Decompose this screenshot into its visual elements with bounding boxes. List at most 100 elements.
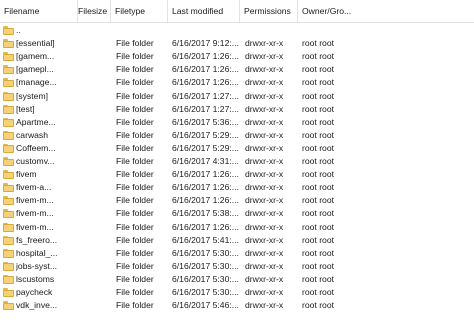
folder-icon	[3, 65, 14, 75]
file-row[interactable]: carwash File folder 6/16/2017 5:29:... drwx…	[0, 129, 474, 142]
file-owner-group: root root	[302, 234, 335, 245]
folder-icon	[3, 248, 14, 258]
folder-icon	[3, 222, 14, 232]
file-last-modified: 6/16/2017 1:26:...	[172, 51, 239, 62]
file-permissions: drwxr-xr-x	[245, 260, 284, 271]
column-header-filetype[interactable]: Filetype	[111, 0, 168, 23]
file-row[interactable]: fivem-m... File folder 6/16/2017 1:26:... d…	[0, 221, 474, 234]
column-header-owner-group-label: Owner/Gro...	[302, 6, 352, 16]
file-last-modified: 6/16/2017 1:26:...	[172, 169, 239, 180]
folder-icon	[3, 39, 14, 49]
file-owner-group: root root	[302, 38, 335, 49]
file-row[interactable]: Coffeem... File folder 6/16/2017 5:29:... d…	[0, 142, 474, 155]
file-type: File folder	[116, 247, 154, 258]
file-type: File folder	[116, 77, 154, 88]
file-name: [gamepl...	[16, 64, 54, 75]
file-owner-group: root root	[302, 103, 335, 114]
file-last-modified: 6/16/2017 5:46:...	[172, 300, 239, 311]
folder-icon	[3, 196, 14, 206]
file-owner-group: root root	[302, 182, 335, 193]
file-owner-group: root root	[302, 195, 335, 206]
file-row[interactable]: ..	[0, 24, 474, 37]
file-row[interactable]: [manage... File folder 6/16/2017 1:26:... d…	[0, 76, 474, 89]
folder-icon	[3, 143, 14, 153]
column-header-filetype-label: Filetype	[115, 6, 146, 16]
file-name: fivem-m...	[16, 221, 54, 232]
file-row[interactable]: [gamem... File folder 6/16/2017 1:26:... dr…	[0, 50, 474, 63]
file-permissions: drwxr-xr-x	[245, 208, 284, 219]
file-row[interactable]: fivem-m... File folder 6/16/2017 1:26:... d…	[0, 194, 474, 207]
file-last-modified: 6/16/2017 5:30:...	[172, 260, 239, 271]
file-last-modified: 6/16/2017 5:30:...	[172, 247, 239, 258]
file-row[interactable]: [essential] File folder 6/16/2017 9:12:...…	[0, 37, 474, 50]
file-last-modified: 6/16/2017 5:29:...	[172, 142, 239, 153]
file-last-modified: 6/16/2017 1:26:...	[172, 77, 239, 88]
file-row[interactable]: lscustoms File folder 6/16/2017 5:30:... dr…	[0, 273, 474, 286]
file-row[interactable]: [test] File folder 6/16/2017 1:27:... drwxr…	[0, 103, 474, 116]
file-name: fivem-m...	[16, 195, 54, 206]
column-header-owner-group[interactable]: Owner/Gro...	[298, 0, 356, 23]
file-row[interactable]: fs_freero... File folder 6/16/2017 5:41:..…	[0, 234, 474, 247]
file-owner-group: root root	[302, 260, 335, 271]
file-last-modified: 6/16/2017 1:26:...	[172, 182, 239, 193]
folder-icon	[3, 274, 14, 284]
folder-icon	[3, 235, 14, 245]
file-name: paycheck	[16, 287, 53, 297]
file-type: File folder	[116, 208, 154, 219]
file-row[interactable]: [system] File folder 6/16/2017 1:27:... drw…	[0, 90, 474, 103]
file-name: [manage...	[16, 77, 57, 88]
file-type: File folder	[116, 90, 154, 101]
file-row[interactable]: fivem-m... File folder 6/16/2017 5:38:... d…	[0, 207, 474, 220]
file-row[interactable]: customv... File folder 6/16/2017 4:31:... d…	[0, 155, 474, 168]
file-type: File folder	[116, 182, 154, 193]
file-owner-group: root root	[302, 169, 335, 180]
file-owner-group: root root	[302, 77, 335, 88]
file-name: ..	[16, 25, 21, 35]
file-type: File folder	[116, 103, 154, 114]
file-name: fs_freero...	[16, 234, 58, 245]
file-name: fivem-a...	[16, 182, 52, 193]
file-row[interactable]: [gamepl... File folder 6/16/2017 1:26:... d…	[0, 63, 474, 76]
file-owner-group: root root	[302, 116, 335, 127]
folder-icon	[3, 157, 14, 166]
file-last-modified: 6/16/2017 5:36:...	[172, 116, 239, 127]
file-permissions: drwxr-xr-x	[245, 38, 284, 49]
file-type: File folder	[116, 51, 154, 62]
file-owner-group: root root	[302, 51, 335, 62]
file-row[interactable]: fivem-a... File folder 6/16/2017 1:26:... d…	[0, 181, 474, 194]
file-row[interactable]: paycheck File folder 6/16/2017 5:30:... drw…	[0, 286, 474, 299]
file-row[interactable]: jobs-syst... File folder 6/16/2017 5:30:..…	[0, 260, 474, 273]
file-row[interactable]: hospital_... File folder 6/16/2017 5:30:..…	[0, 247, 474, 260]
file-type: File folder	[116, 287, 154, 297]
file-row[interactable]: fivem File folder 6/16/2017 1:26:... drwxr-…	[0, 168, 474, 181]
file-owner-group: root root	[302, 287, 335, 297]
file-owner-group: root root	[302, 156, 335, 166]
file-name: [system]	[16, 90, 48, 101]
column-header-last-modified[interactable]: Last modified	[168, 0, 240, 23]
file-row[interactable]: Apartme... File folder 6/16/2017 5:36:... d…	[0, 116, 474, 129]
file-permissions: drwxr-xr-x	[245, 234, 284, 245]
file-last-modified: 6/16/2017 1:26:...	[172, 64, 239, 75]
file-permissions: drwxr-xr-x	[245, 156, 284, 166]
file-name: lscustoms	[16, 273, 55, 284]
file-last-modified: 6/16/2017 5:30:...	[172, 273, 239, 284]
file-type: File folder	[116, 129, 154, 140]
file-name: jobs-syst...	[16, 260, 58, 271]
file-name: hospital_...	[16, 247, 58, 258]
file-last-modified: 6/16/2017 5:30:...	[172, 287, 239, 297]
file-name: fivem-m...	[16, 208, 54, 219]
file-permissions: drwxr-xr-x	[245, 195, 284, 206]
file-last-modified: 6/16/2017 1:27:...	[172, 90, 239, 101]
file-type: File folder	[116, 116, 154, 127]
folder-icon	[3, 130, 14, 140]
file-row[interactable]: vdk_inve... File folder 6/16/2017 5:46:...…	[0, 299, 474, 312]
file-permissions: drwxr-xr-x	[245, 64, 284, 75]
file-permissions: drwxr-xr-x	[245, 103, 284, 114]
column-header-filename[interactable]: ⌃ Filename	[0, 0, 78, 23]
file-last-modified: 6/16/2017 1:26:...	[172, 195, 239, 206]
file-last-modified: 6/16/2017 9:12:...	[172, 38, 239, 49]
folder-icon	[3, 117, 14, 127]
column-header-filesize[interactable]: Filesize	[78, 0, 111, 23]
file-owner-group: root root	[302, 273, 335, 284]
column-header-permissions[interactable]: Permissions	[240, 0, 298, 23]
